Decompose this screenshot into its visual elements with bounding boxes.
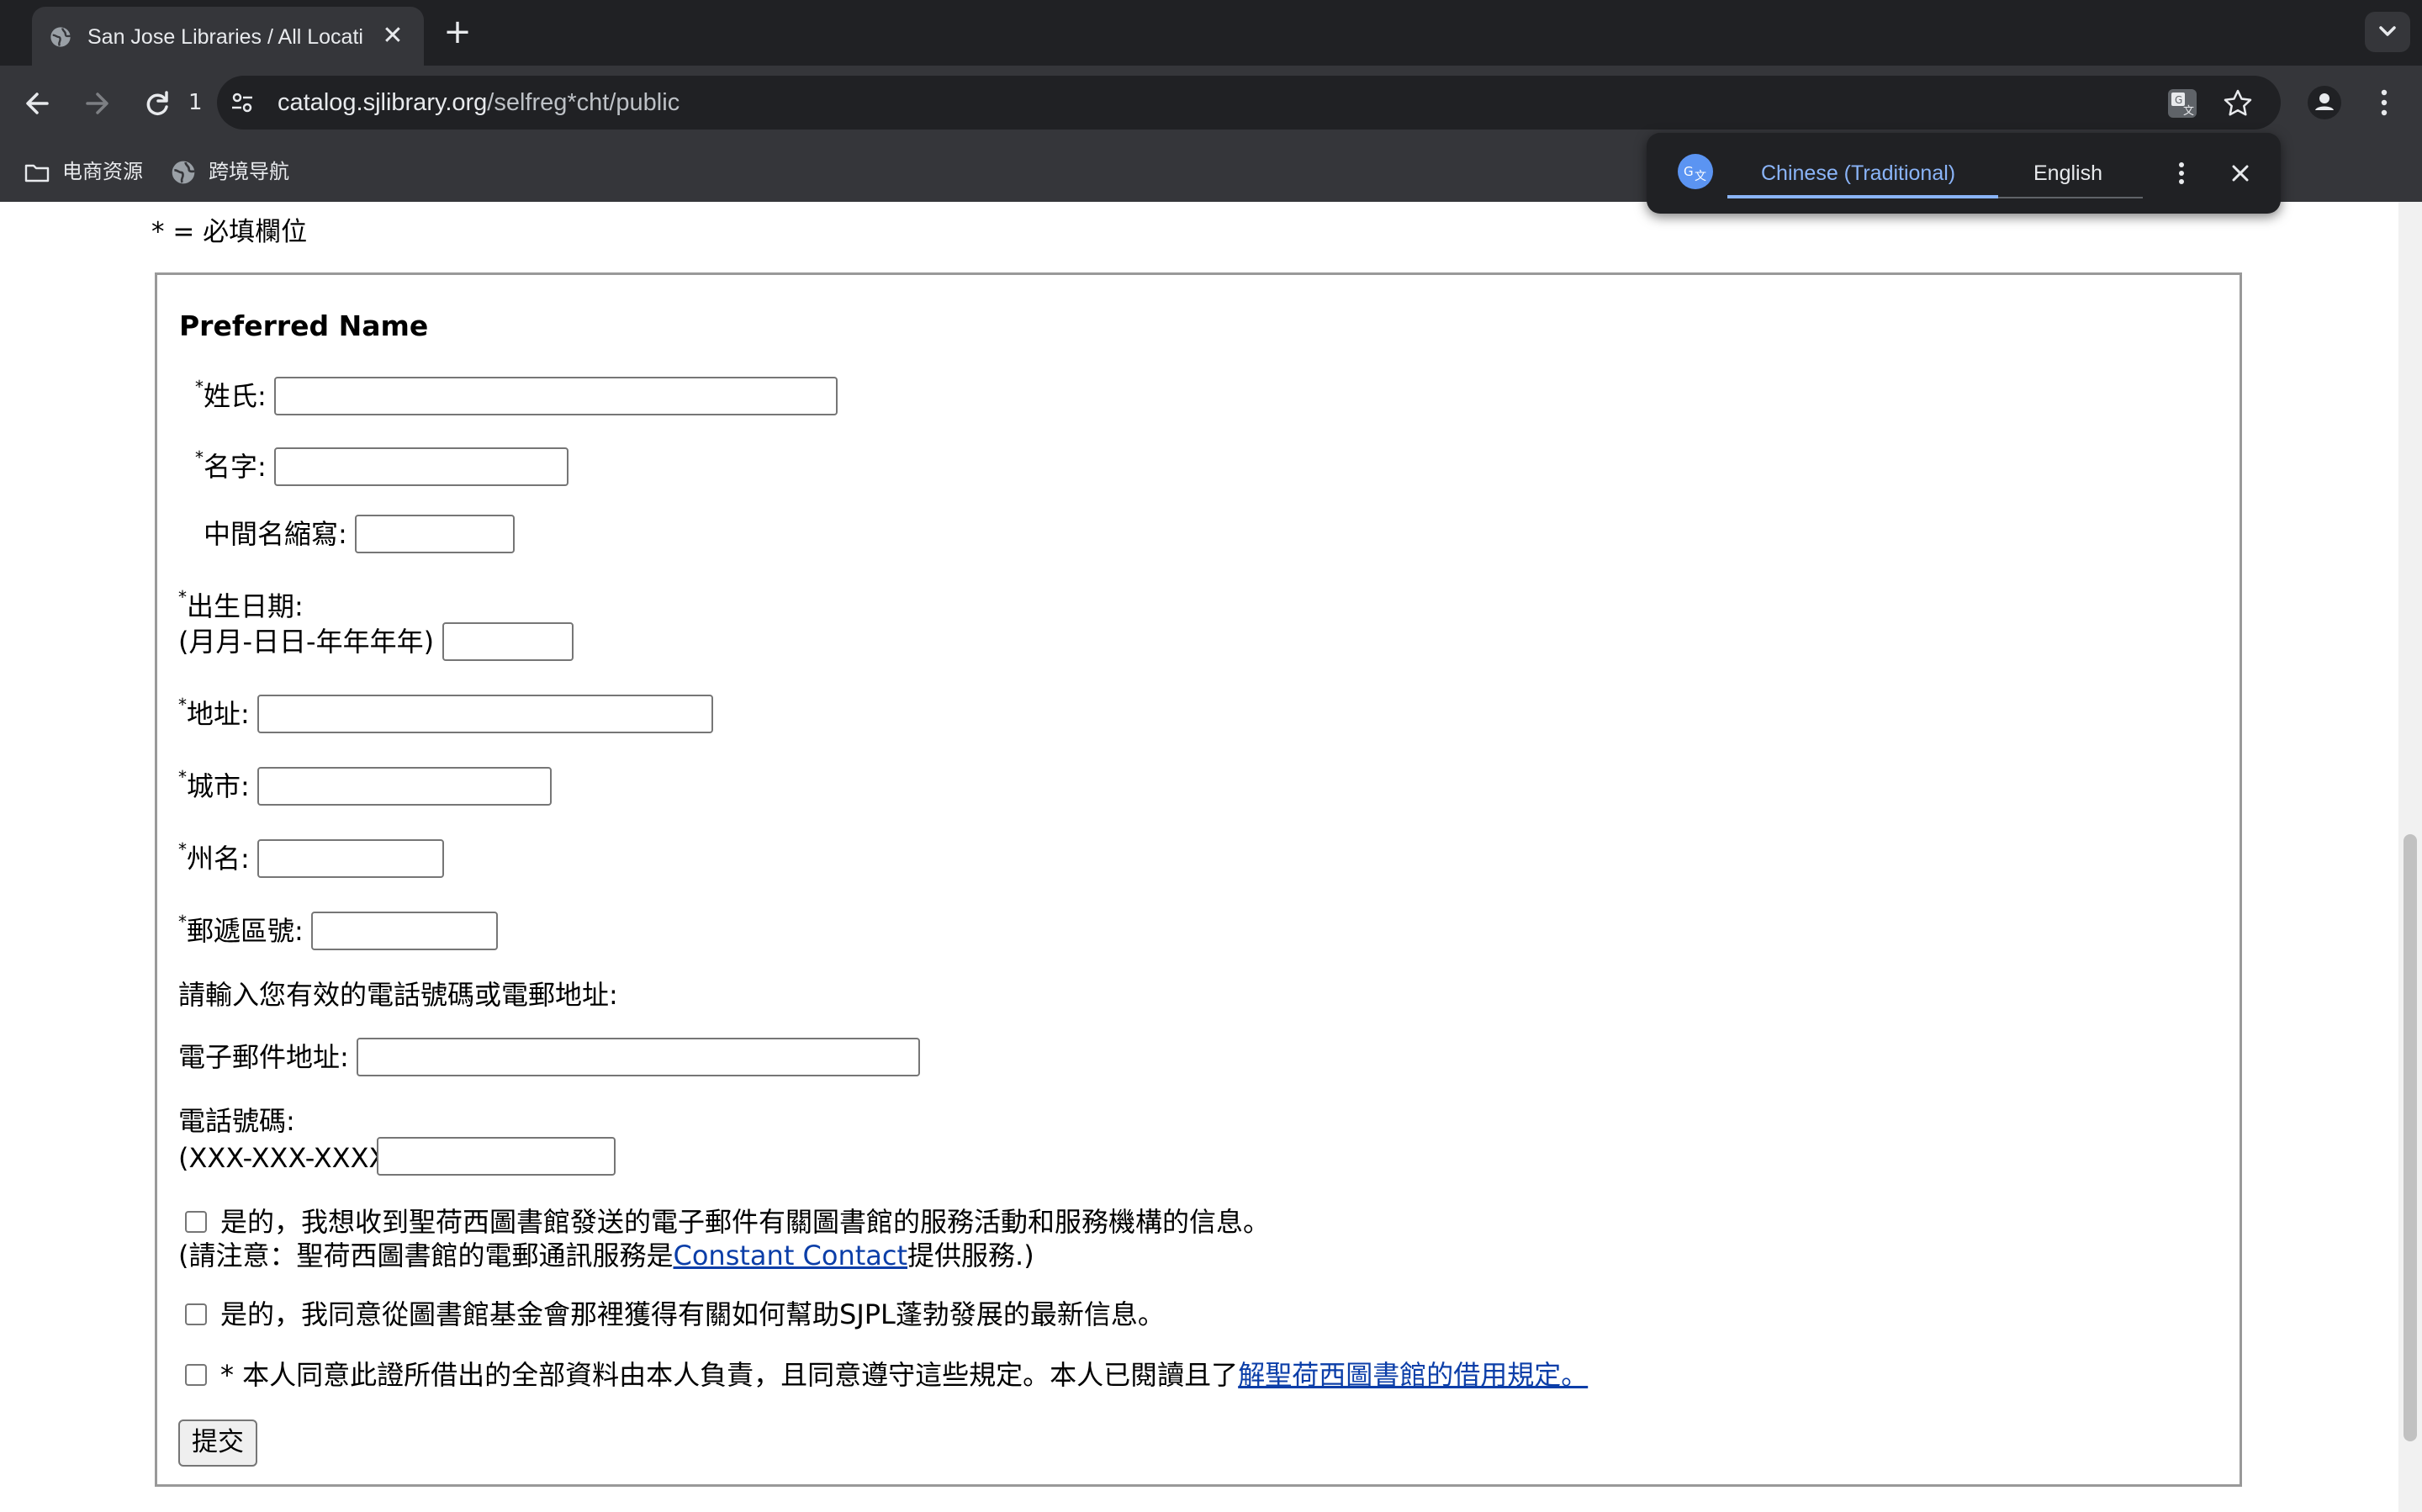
kebab-menu-icon[interactable] (2370, 84, 2398, 121)
url-text: catalog.sjlibrary.org/selfreg*cht/public (278, 86, 680, 119)
more-options-icon[interactable] (2165, 155, 2198, 192)
last-name-label: *姓氏: (195, 378, 267, 414)
svg-text:文: 文 (2183, 105, 2194, 118)
tab-source-language[interactable]: Chinese (Traditional) (1761, 153, 1955, 193)
translate-popup: G文 Chinese (Traditional) English (1647, 133, 2281, 214)
phone-label: 電話號碼: (178, 1105, 295, 1137)
star-icon[interactable] (2222, 87, 2254, 119)
back-button[interactable] (17, 82, 59, 124)
bookmark-label: 跨境导航 (209, 160, 289, 183)
address-input[interactable] (257, 695, 713, 733)
browser-tab-bar: San Jose Libraries / All Locati ✕ + (0, 0, 2422, 66)
browser-toolbar: 1 catalog.sjlibrary.org/selfreg*cht/publ… (0, 66, 2422, 140)
dob-format-hint: (月月-日日-年年年年) (178, 626, 435, 658)
address-label: *地址: (178, 696, 250, 732)
required-asterisk: * (178, 767, 187, 787)
constant-contact-link[interactable]: Constant Contact (674, 1240, 908, 1271)
first-name-input[interactable] (274, 447, 568, 486)
email-opt-in-checkbox[interactable] (185, 1211, 207, 1233)
svg-text:G: G (1684, 164, 1694, 179)
email-service-note: (請注意：聖荷西圖書館的電郵通訊服務是Constant Contact提供服務.… (178, 1238, 1034, 1273)
scrollbar[interactable] (2398, 202, 2422, 1512)
middle-initial-input[interactable] (355, 515, 515, 553)
close-icon[interactable] (2224, 155, 2257, 192)
required-asterisk: * (195, 447, 204, 468)
dob-input[interactable] (442, 622, 574, 661)
email-opt-in-label: 是的，我想收到聖荷西圖書館發送的電子郵件有關圖書館的服務活動和服務機構的信息。 (220, 1206, 1271, 1238)
url-host: catalog.sjlibrary.org (278, 89, 488, 116)
required-asterisk: * (178, 839, 187, 859)
folder-icon (24, 164, 50, 182)
dob-label: *出生日期: (178, 589, 304, 624)
tab-target-language[interactable]: English (2033, 153, 2102, 193)
required-asterisk: * (178, 695, 187, 715)
profile-icon[interactable] (2306, 84, 2343, 121)
agreement-label: * 本人同意此證所借出的全部資料由本人負責，且同意遵守這些規定。本人已閱讀且了解… (220, 1357, 1588, 1393)
city-input[interactable] (257, 767, 552, 806)
last-name-input[interactable] (274, 377, 838, 415)
reload-count: 1 (188, 90, 203, 115)
borrowing-rules-link[interactable]: 解聖荷西圖書館的借用規定。 (1238, 1359, 1588, 1391)
url-path: /selfreg*cht/public (487, 89, 680, 116)
note-prefix: (請注意：聖荷西圖書館的電郵通訊服務是 (178, 1240, 674, 1271)
note-suffix: 提供服務.) (907, 1240, 1034, 1271)
arrow-right-icon (86, 93, 108, 114)
required-asterisk: * (178, 912, 187, 932)
new-tab-button[interactable]: + (441, 15, 474, 50)
state-label: *州名: (178, 841, 250, 876)
forward-button[interactable] (76, 82, 118, 124)
phone-format-hint: (XXX-XXX-XXXX) (178, 1142, 398, 1174)
section-title: Preferred Name (179, 309, 429, 342)
first-name-label: *名字: (195, 449, 267, 484)
translate-icon[interactable]: G文 (2166, 87, 2198, 119)
foundation-opt-in-checkbox[interactable] (185, 1303, 207, 1325)
bookmark-folder[interactable]: 电商资源 (24, 155, 143, 188)
inactive-tab-indicator (1998, 197, 2143, 198)
foundation-opt-in-label: 是的，我同意從圖書館基金會那裡獲得有關如何幫助SJPL蓬勃發展的最新信息。 (220, 1298, 1165, 1330)
bookmark-link[interactable]: 跨境导航 (170, 155, 289, 188)
required-asterisk: * (195, 377, 204, 397)
agreement-text: * 本人同意此證所借出的全部資料由本人負責，且同意遵守這些規定。本人已閱讀且了 (220, 1359, 1239, 1391)
site-settings-icon[interactable] (229, 89, 256, 116)
label-text: 州名: (187, 843, 250, 875)
required-asterisk: * (178, 587, 187, 607)
svg-text:文: 文 (1695, 170, 1706, 183)
chevron-down-icon (2379, 26, 2396, 36)
city-label: *城市: (178, 769, 250, 804)
arrow-left-icon (26, 93, 49, 114)
contact-prompt: 請輸入您有效的電話號碼或電郵地址: (178, 979, 618, 1011)
globe-icon (50, 27, 71, 47)
reload-button[interactable] (136, 82, 178, 124)
submit-button[interactable]: 提交 (178, 1419, 257, 1467)
active-tab-indicator (1727, 195, 1998, 198)
scrollbar-thumb[interactable] (2403, 834, 2417, 1441)
label-text: 城市: (187, 770, 250, 802)
label-text: 出生日期: (187, 590, 304, 622)
middle-initial-label: 中間名縮寫: (204, 518, 347, 550)
svg-text:G: G (2175, 94, 2182, 106)
tab-title: San Jose Libraries / All Locati (87, 25, 363, 49)
reload-icon (146, 91, 168, 115)
zip-input[interactable] (311, 912, 498, 950)
browser-tab[interactable]: San Jose Libraries / All Locati ✕ (32, 7, 424, 66)
agreement-checkbox[interactable] (185, 1364, 207, 1386)
tab-search-button[interactable] (2365, 12, 2410, 52)
phone-input[interactable] (377, 1137, 616, 1176)
zip-label: *郵遞區號: (178, 913, 304, 949)
label-text: 地址: (187, 698, 250, 730)
google-translate-icon: G文 (1678, 154, 1713, 189)
label-text: 郵遞區號: (187, 915, 304, 947)
globe-icon (172, 161, 195, 184)
email-input[interactable] (357, 1038, 920, 1076)
email-label: 電子郵件地址: (178, 1041, 349, 1073)
bookmark-label: 电商资源 (62, 160, 143, 183)
required-note: * = 必填欄位 (151, 217, 308, 247)
state-input[interactable] (257, 839, 444, 878)
address-bar[interactable]: catalog.sjlibrary.org/selfreg*cht/public… (217, 76, 2281, 130)
label-text: 姓氏: (204, 380, 267, 412)
tab-close-icon[interactable]: ✕ (378, 22, 407, 50)
label-text: 名字: (204, 451, 267, 483)
